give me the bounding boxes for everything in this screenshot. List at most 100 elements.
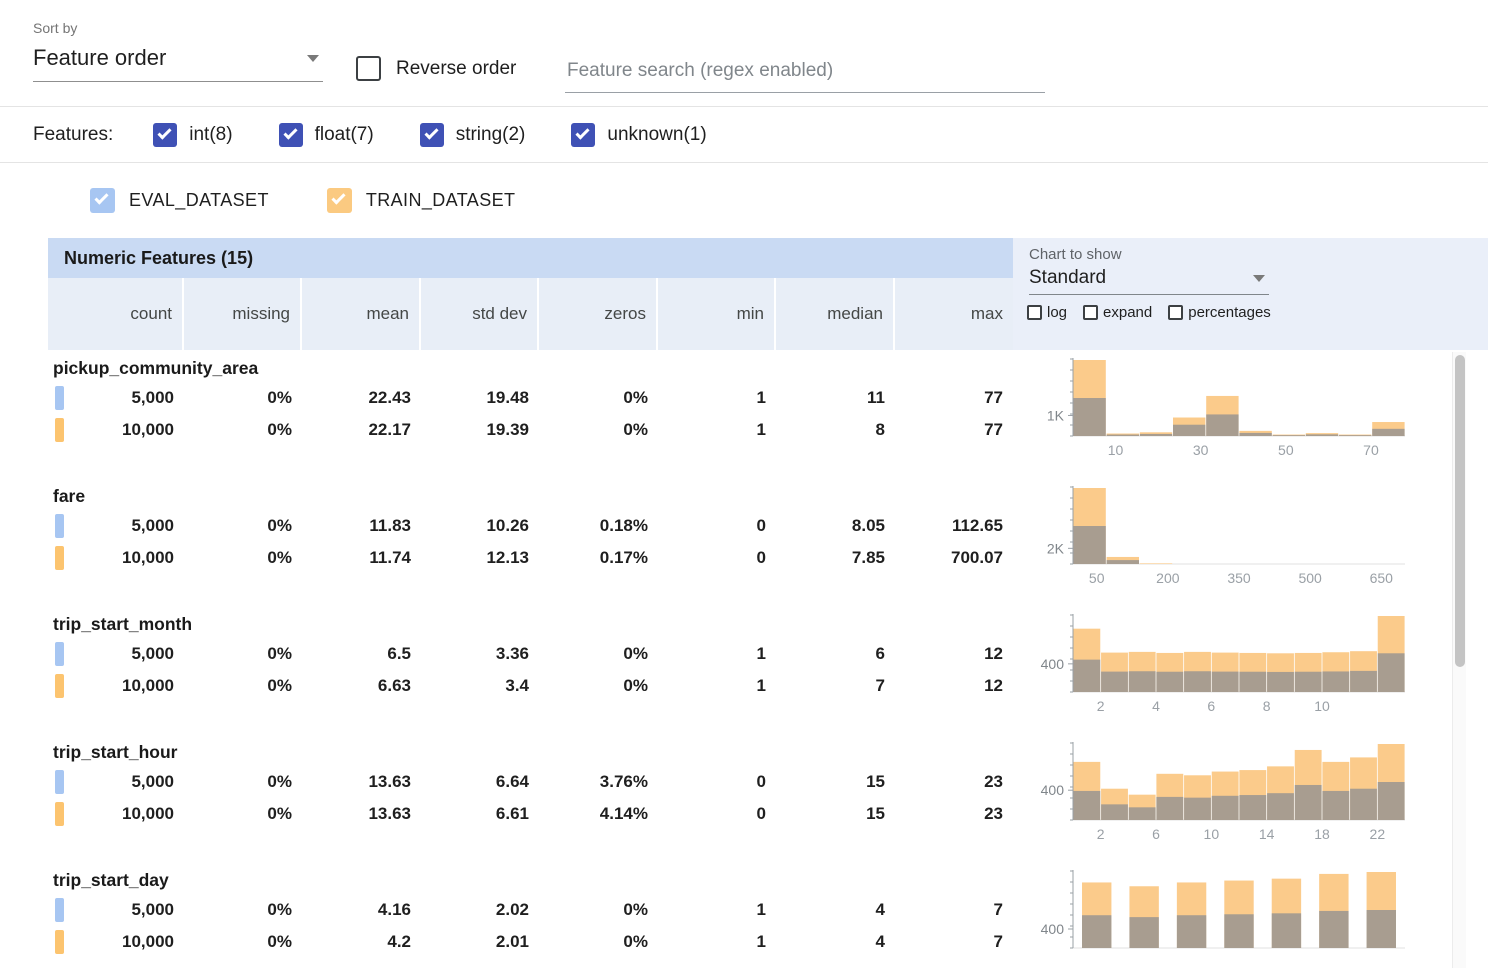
stat-value: 2.01 [421, 932, 539, 952]
feature-type-checkbox[interactable] [420, 123, 444, 147]
table-row: 10,0000%13.636.614.14%01523 [48, 798, 1013, 830]
feature-search-input[interactable] [565, 52, 1045, 93]
dataset-checkbox[interactable] [90, 188, 115, 213]
stat-value: 1 [658, 676, 776, 696]
stat-value: 11 [776, 388, 895, 408]
numeric-features-table: Numeric Features (15) countmissingmeanst… [48, 238, 1488, 968]
feature-block: fare 5,0000%11.8310.260.18%08.05112.65 1… [48, 478, 1013, 606]
chart-option-item[interactable]: percentages [1168, 304, 1271, 321]
x-axis-tick-label: 650 [1370, 570, 1394, 586]
x-axis-tick-label: 4 [1152, 698, 1160, 714]
feature-rows: 5,0000%22.4319.480%11177 10,0000%22.1719… [48, 382, 1013, 446]
feature-histogram[interactable]: 4002610141822 [1027, 734, 1488, 862]
feature-histogram[interactable]: 2K50200350500650 [1027, 478, 1488, 606]
stat-value: 23 [895, 804, 1013, 824]
column-header: count [48, 278, 184, 350]
checkmark-icon [424, 125, 438, 139]
chart-type-dropdown[interactable]: Standard [1029, 265, 1269, 295]
stat-value: 1 [658, 388, 776, 408]
dataset-checkbox-item[interactable]: EVAL_DATASET [90, 188, 269, 213]
stat-value: 0 [658, 772, 776, 792]
stat-value: 10.26 [421, 516, 539, 536]
stat-value: 77 [895, 388, 1013, 408]
scrollbar-thumb[interactable] [1455, 355, 1465, 667]
chevron-down-icon [1253, 275, 1265, 282]
y-axis-label: 400 [1041, 921, 1065, 937]
chart-option-label: percentages [1188, 304, 1271, 321]
feature-type-checkbox-item[interactable]: string(2) [420, 123, 526, 147]
reverse-order-checkbox[interactable] [356, 56, 381, 81]
stat-value: 0% [184, 900, 302, 920]
feature-histogram[interactable]: 400246810 [1027, 606, 1488, 734]
feature-histogram[interactable]: 1K10305070 [1027, 350, 1488, 478]
column-header: missing [184, 278, 302, 350]
feature-type-checkbox[interactable] [153, 123, 177, 147]
dataset-checkbox[interactable] [327, 188, 352, 213]
dataset-swatch [55, 642, 64, 666]
stat-value: 0% [539, 644, 658, 664]
table-header-left: Numeric Features (15) countmissingmeanst… [48, 238, 1013, 350]
checkmark-icon [331, 190, 345, 204]
chart-option-checkbox[interactable] [1168, 305, 1183, 320]
stat-value: 0% [184, 516, 302, 536]
feature-rows: 5,0000%6.53.360%1612 10,0000%6.633.40%17… [48, 638, 1013, 702]
chart-to-show-label: Chart to show [1013, 246, 1488, 263]
dataset-checkbox-item[interactable]: TRAIN_DATASET [327, 188, 516, 213]
feature-rows: 5,0000%4.162.020%147 10,0000%4.22.010%14… [48, 894, 1013, 958]
stat-value: 0% [184, 644, 302, 664]
sort-order-dropdown[interactable]: Feature order [33, 36, 323, 82]
feature-type-checkbox-item[interactable]: float(7) [279, 123, 374, 147]
stat-value: 12 [895, 676, 1013, 696]
y-axis-label: 2K [1047, 540, 1065, 556]
x-axis-tick-label: 200 [1156, 570, 1180, 586]
chart-option-item[interactable]: expand [1083, 304, 1152, 321]
feature-block: pickup_community_area 5,0000%22.4319.480… [48, 350, 1013, 478]
feature-name: pickup_community_area [48, 354, 1013, 382]
stat-value: 0 [658, 548, 776, 568]
column-header: min [658, 278, 776, 350]
stat-value: 6.61 [421, 804, 539, 824]
stat-value: 6.5 [302, 644, 421, 664]
chart-type-value: Standard [1029, 267, 1106, 289]
feature-type-checkbox-item[interactable]: unknown(1) [571, 123, 706, 147]
chart-option-item[interactable]: log [1027, 304, 1067, 321]
stat-value: 3.4 [421, 676, 539, 696]
feature-type-checkbox[interactable] [571, 123, 595, 147]
stat-value: 10,000 [48, 420, 184, 440]
feature-type-checkbox[interactable] [279, 123, 303, 147]
feature-histogram[interactable]: 400 [1027, 862, 1488, 968]
table-title-band: Numeric Features (15) [48, 238, 1013, 278]
table-row: 5,0000%6.53.360%1612 [48, 638, 1013, 670]
stat-value: 10,000 [48, 932, 184, 952]
dataset-swatch [55, 930, 64, 954]
vertical-scrollbar[interactable] [1452, 352, 1466, 968]
feature-type-checkbox-item[interactable]: int(8) [153, 123, 232, 147]
stat-value: 5,000 [48, 900, 184, 920]
stat-value: 77 [895, 420, 1013, 440]
x-axis-tick-label: 6 [1207, 698, 1215, 714]
stat-value: 0% [184, 388, 302, 408]
column-header: mean [302, 278, 421, 350]
x-axis-tick-label: 350 [1227, 570, 1251, 586]
stat-value: 4.2 [302, 932, 421, 952]
dataset-label: EVAL_DATASET [129, 190, 269, 211]
chart-option-checkbox[interactable] [1027, 305, 1042, 320]
chart-option-checkbox[interactable] [1083, 305, 1098, 320]
y-axis-label: 400 [1041, 656, 1065, 672]
stat-value: 0% [184, 932, 302, 952]
stat-value: 0% [184, 548, 302, 568]
stat-value: 15 [776, 804, 895, 824]
feature-rows: 5,0000%13.636.643.76%01523 10,0000%13.63… [48, 766, 1013, 830]
stat-value: 8.05 [776, 516, 895, 536]
stat-value: 12.13 [421, 548, 539, 568]
chevron-down-icon [307, 55, 319, 62]
stat-value: 0% [184, 420, 302, 440]
dataset-swatch [55, 386, 64, 410]
feature-name: fare [48, 482, 1013, 510]
x-axis-tick-label: 30 [1193, 442, 1209, 458]
search-group [565, 52, 1045, 93]
dataset-label: TRAIN_DATASET [366, 190, 516, 211]
stat-value: 4 [776, 932, 895, 952]
stat-value: 15 [776, 772, 895, 792]
stat-value: 4 [776, 900, 895, 920]
